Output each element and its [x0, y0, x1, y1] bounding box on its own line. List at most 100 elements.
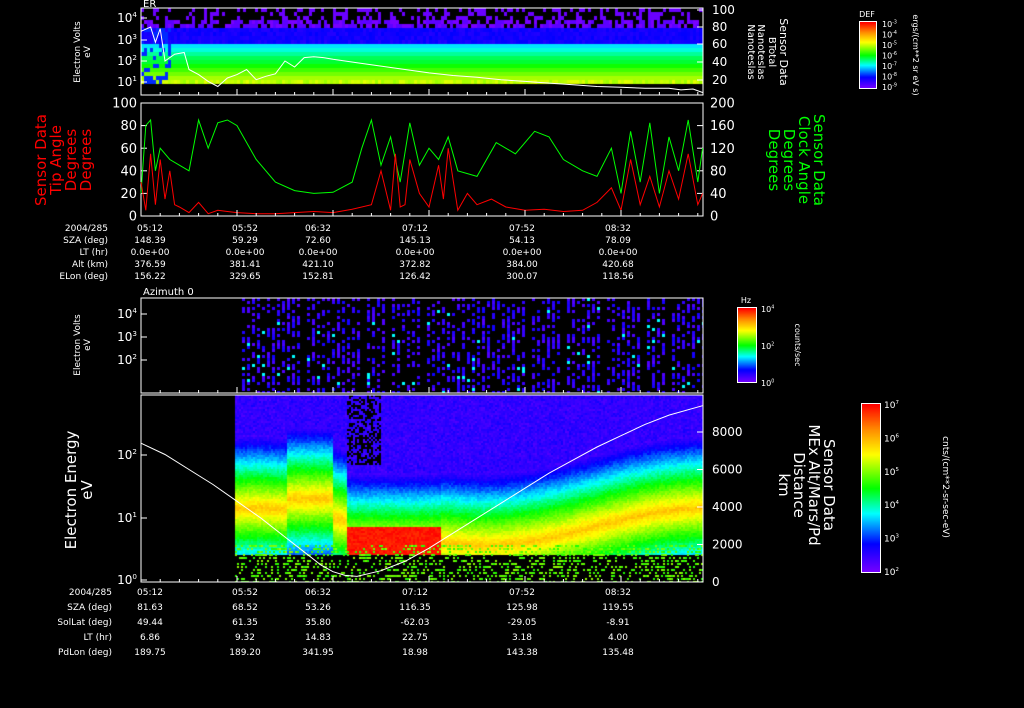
- y-tick-label: 103: [117, 32, 137, 47]
- btotal-line: [140, 26, 703, 93]
- y-tick-label: 0: [712, 575, 720, 589]
- y-tick-label: 102: [117, 53, 137, 68]
- y-tick-label: 100: [712, 3, 735, 17]
- table-cell: 4.00: [608, 633, 628, 643]
- electron-energy-frame: [140, 394, 704, 583]
- table-cell: 116.35: [399, 603, 431, 613]
- svg-text:cnts/(cm**2-sr-sec-eV): cnts/(cm**2-sr-sec-eV): [940, 436, 950, 538]
- table-cell: 18.98: [402, 648, 428, 658]
- colorbar-tick-label: 10-6: [882, 51, 897, 61]
- svg-text:Electron Volts: Electron Volts: [73, 314, 83, 376]
- table-cell: 14.83: [305, 633, 331, 643]
- svg-text:Electron Volts: Electron Volts: [73, 21, 83, 83]
- table-row-label: LT (hr): [79, 248, 108, 258]
- table-cell: 189.20: [229, 648, 261, 658]
- y-tick-label: 100: [112, 97, 137, 112]
- table-cell: -8.91: [606, 618, 629, 628]
- table-cell: 152.81: [302, 272, 334, 282]
- def-colorbar-title: DEF: [859, 10, 875, 19]
- table-cell: 81.63: [137, 603, 163, 613]
- table-cell: 05:12: [137, 224, 163, 234]
- table-cell: 384.00: [506, 260, 538, 270]
- clock-angle-ylabel: Sensor Data Clock Angle Degrees Degrees: [765, 114, 828, 206]
- table-cell: 08:32: [605, 224, 631, 234]
- y-tick-label: 200: [710, 97, 735, 112]
- colorbar-tick-label: 102: [884, 567, 899, 578]
- table-row-label: 2004/285: [65, 224, 108, 234]
- table-row-label: 2004/285: [69, 588, 112, 598]
- table-cell: 06:32: [305, 224, 331, 234]
- table-cell: 135.48: [602, 648, 634, 658]
- y-tick-label: 101: [117, 74, 137, 89]
- table-cell: 156.22: [134, 272, 166, 282]
- table-cell: 381.41: [229, 260, 261, 270]
- y-tick-label: 40: [712, 55, 727, 69]
- y-tick-label: 102: [117, 352, 137, 367]
- plot-overlay: ER Electron Volts eV 104103102101 100806…: [32, 0, 950, 658]
- svg-text:BTotal: BTotal: [766, 37, 777, 67]
- hz-colorbar-label: counts/sec: [793, 324, 802, 367]
- table-cell: 0.0e+00: [396, 248, 435, 258]
- table-row-label: ELon (deg): [59, 272, 108, 282]
- svg-text:eV: eV: [78, 480, 96, 500]
- table-cell: 145.13: [399, 236, 431, 246]
- table-cell: -29.05: [507, 618, 536, 628]
- colorbar-tick-label: 107: [884, 400, 899, 411]
- clock-angle-line: [140, 118, 704, 194]
- table-cell: 9.32: [235, 633, 255, 643]
- colorbar-tick-label: 10-9: [882, 82, 897, 92]
- table-cell: 78.09: [605, 236, 631, 246]
- electron-energy-ylabel: Electron Energy eV: [62, 430, 96, 549]
- table-cell: 35.80: [305, 618, 331, 628]
- tip-angle-ylabel: Sensor Data Tip Angle Degrees Degrees: [32, 114, 95, 206]
- table-cell: 421.10: [302, 260, 334, 270]
- table-cell: 68.52: [232, 603, 258, 613]
- y-tick-label: 4000: [712, 500, 743, 514]
- panel-title-azimuth: Azimuth 0: [143, 287, 194, 298]
- table-cell: 05:12: [137, 588, 163, 598]
- y-tick-label: 0: [710, 210, 718, 225]
- table-cell: 49.44: [137, 618, 163, 628]
- table-row-label: SZA (deg): [63, 236, 108, 246]
- svg-text:eV: eV: [83, 45, 93, 58]
- table-cell: -62.03: [400, 618, 429, 628]
- table-cell: 08:32: [605, 588, 631, 598]
- table-cell: 189.75: [134, 648, 166, 658]
- table-cell: 0.0e+00: [503, 248, 542, 258]
- table-row-label: Alt (km): [72, 260, 108, 270]
- table-row-label: SZA (deg): [67, 603, 112, 613]
- y-tick-label: 20: [712, 73, 727, 87]
- y-tick-label: 60: [120, 142, 137, 157]
- table-cell: 420.68: [602, 260, 634, 270]
- svg-text:km: km: [775, 473, 793, 496]
- colorbar-tick-label: 10-3: [882, 19, 897, 29]
- colorbar-tick-label: 10-5: [882, 40, 897, 50]
- y-tick-label: 104: [117, 10, 137, 25]
- table-cell: 72.60: [305, 236, 331, 246]
- table-cell: 376.59: [134, 260, 166, 270]
- table-cell: 125.98: [506, 603, 538, 613]
- y-tick-label: 8000: [712, 425, 743, 439]
- table-cell: 126.42: [399, 272, 431, 282]
- y-tick-label: 104: [117, 306, 137, 321]
- table-cell: 0.0e+00: [226, 248, 265, 258]
- table-cell: 300.07: [506, 272, 538, 282]
- table-cell: 54.13: [509, 236, 535, 246]
- svg-text:eV: eV: [83, 338, 93, 351]
- table-cell: 143.38: [506, 648, 538, 658]
- colorbar-tick-label: 102: [761, 341, 774, 351]
- svg-text:counts/sec: counts/sec: [793, 324, 802, 367]
- table-cell: 3.18: [512, 633, 532, 643]
- table-cell: 329.65: [229, 272, 261, 282]
- table-cell: 0.0e+00: [299, 248, 338, 258]
- table-cell: 372.82: [399, 260, 431, 270]
- azimuth-yticks: 104 103 102: [117, 306, 147, 367]
- y-tick-label: 102: [117, 447, 137, 462]
- colorbar-tick-label: 104: [884, 500, 899, 511]
- colorbar-tick-label: 106: [884, 433, 899, 444]
- y-tick-label: 80: [120, 119, 137, 134]
- altitude-line: [140, 405, 703, 577]
- altitude-ylabel: Sensor Data MEx Alt/Mars/Pd Distance km: [775, 424, 838, 545]
- table-cell: 07:12: [402, 224, 428, 234]
- cnts-colorbar-label: cnts/(cm**2-sr-sec-eV): [940, 436, 950, 538]
